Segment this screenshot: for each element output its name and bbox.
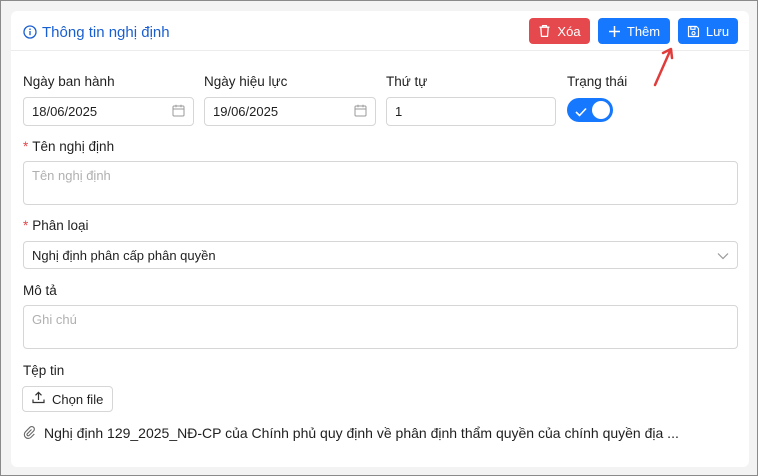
plus-icon — [608, 25, 621, 38]
screenshot-frame: Thông tin nghị định Xóa Thêm Lưu Ngày ba… — [0, 0, 758, 476]
info-circle-icon — [23, 25, 37, 39]
issue-date-label: Ngày ban hành — [23, 74, 115, 89]
order-value: 1 — [395, 104, 403, 119]
category-value: Nghị định phân cấp phân quyền — [32, 247, 216, 263]
annotation-arrow-icon — [653, 47, 674, 87]
file-label: Tệp tin — [23, 363, 65, 378]
status-toggle[interactable] — [567, 98, 613, 122]
floppy-disk-icon — [687, 25, 700, 38]
decree-name-placeholder: Tên nghị định — [32, 168, 111, 183]
issue-date-picker[interactable]: 18/06/2025 — [23, 97, 194, 126]
trash-icon — [538, 24, 551, 38]
decree-name-field[interactable]: Tên nghị định — [23, 161, 738, 205]
decree-name-label: * Tên nghị định — [23, 139, 114, 154]
attached-file-name[interactable]: Nghị định 129_2025_NĐ-CP của Chính phủ q… — [44, 425, 679, 441]
add-button-label: Thêm — [626, 23, 661, 39]
required-mark: * — [23, 139, 29, 154]
calendar-icon — [172, 104, 185, 120]
description-placeholder: Ghi chú — [32, 312, 77, 327]
category-label: * Phân loại — [23, 218, 89, 233]
issue-date-value: 18/06/2025 — [32, 104, 98, 119]
paperclip-icon — [23, 425, 35, 442]
description-label: Mô tả — [23, 283, 57, 298]
delete-button-label: Xóa — [557, 23, 581, 39]
description-field[interactable]: Ghi chú — [23, 305, 738, 349]
attached-file: Nghị định 129_2025_NĐ-CP của Chính phủ q… — [23, 423, 723, 443]
choose-file-button[interactable]: Chọn file — [22, 386, 113, 412]
save-button[interactable]: Lưu — [678, 18, 738, 44]
toggle-knob — [592, 101, 610, 119]
save-button-label: Lưu — [705, 23, 730, 39]
required-mark: * — [23, 218, 29, 233]
card-title: Thông tin nghị định — [23, 22, 170, 42]
decree-name-label-text: Tên nghị định — [32, 139, 115, 154]
effective-date-value: 19/06/2025 — [213, 104, 279, 119]
category-select[interactable]: Nghị định phân cấp phân quyền — [23, 241, 738, 269]
upload-icon — [32, 391, 45, 407]
calendar-icon — [354, 104, 367, 120]
status-label: Trạng thái — [567, 74, 628, 89]
delete-button[interactable]: Xóa — [529, 18, 590, 44]
effective-date-label: Ngày hiệu lực — [204, 74, 288, 89]
order-label: Thứ tự — [386, 74, 428, 89]
checkmark-icon — [575, 104, 587, 122]
choose-file-label: Chọn file — [52, 391, 104, 407]
category-label-text: Phân loại — [32, 218, 89, 233]
order-input[interactable]: 1 — [386, 97, 556, 126]
card-header: Thông tin nghị định Xóa Thêm Lưu — [11, 11, 749, 51]
card-title-text: Thông tin nghị định — [42, 23, 170, 41]
chevron-down-icon — [717, 248, 729, 263]
decree-info-card: Thông tin nghị định Xóa Thêm Lưu Ngày ba… — [11, 11, 749, 467]
effective-date-picker[interactable]: 19/06/2025 — [204, 97, 376, 126]
